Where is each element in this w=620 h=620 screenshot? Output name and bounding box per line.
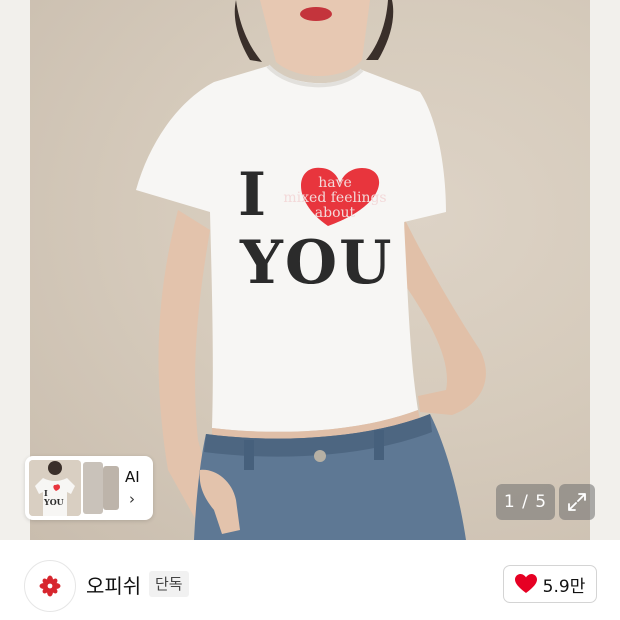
brand-logo-button[interactable]: [24, 560, 76, 612]
thumbnail-strip-button[interactable]: I YOU AI ›: [25, 456, 153, 520]
product-image-gallery[interactable]: I have mixed feelings about YOU I YOU AI…: [0, 0, 620, 540]
like-count: 5.9만: [542, 576, 586, 597]
thumbnail-image-1: I YOU: [29, 460, 81, 516]
flower-logo-icon: [39, 575, 61, 597]
image-pager: 1 / 5: [496, 484, 555, 520]
svg-text:YOU: YOU: [43, 497, 64, 507]
like-button[interactable]: 5.9만: [503, 565, 597, 603]
brand-name-link[interactable]: 오피쉬: [86, 570, 141, 599]
thumbnail-image-2: [83, 462, 103, 514]
thumbnail-image-3: [103, 466, 119, 510]
ai-label: AI: [125, 468, 140, 486]
exclusive-badge: 단독: [149, 571, 189, 597]
expand-icon: [568, 493, 586, 511]
heart-icon: [514, 574, 537, 593]
expand-button[interactable]: [559, 484, 595, 520]
chevron-right-icon: ›: [129, 490, 135, 508]
